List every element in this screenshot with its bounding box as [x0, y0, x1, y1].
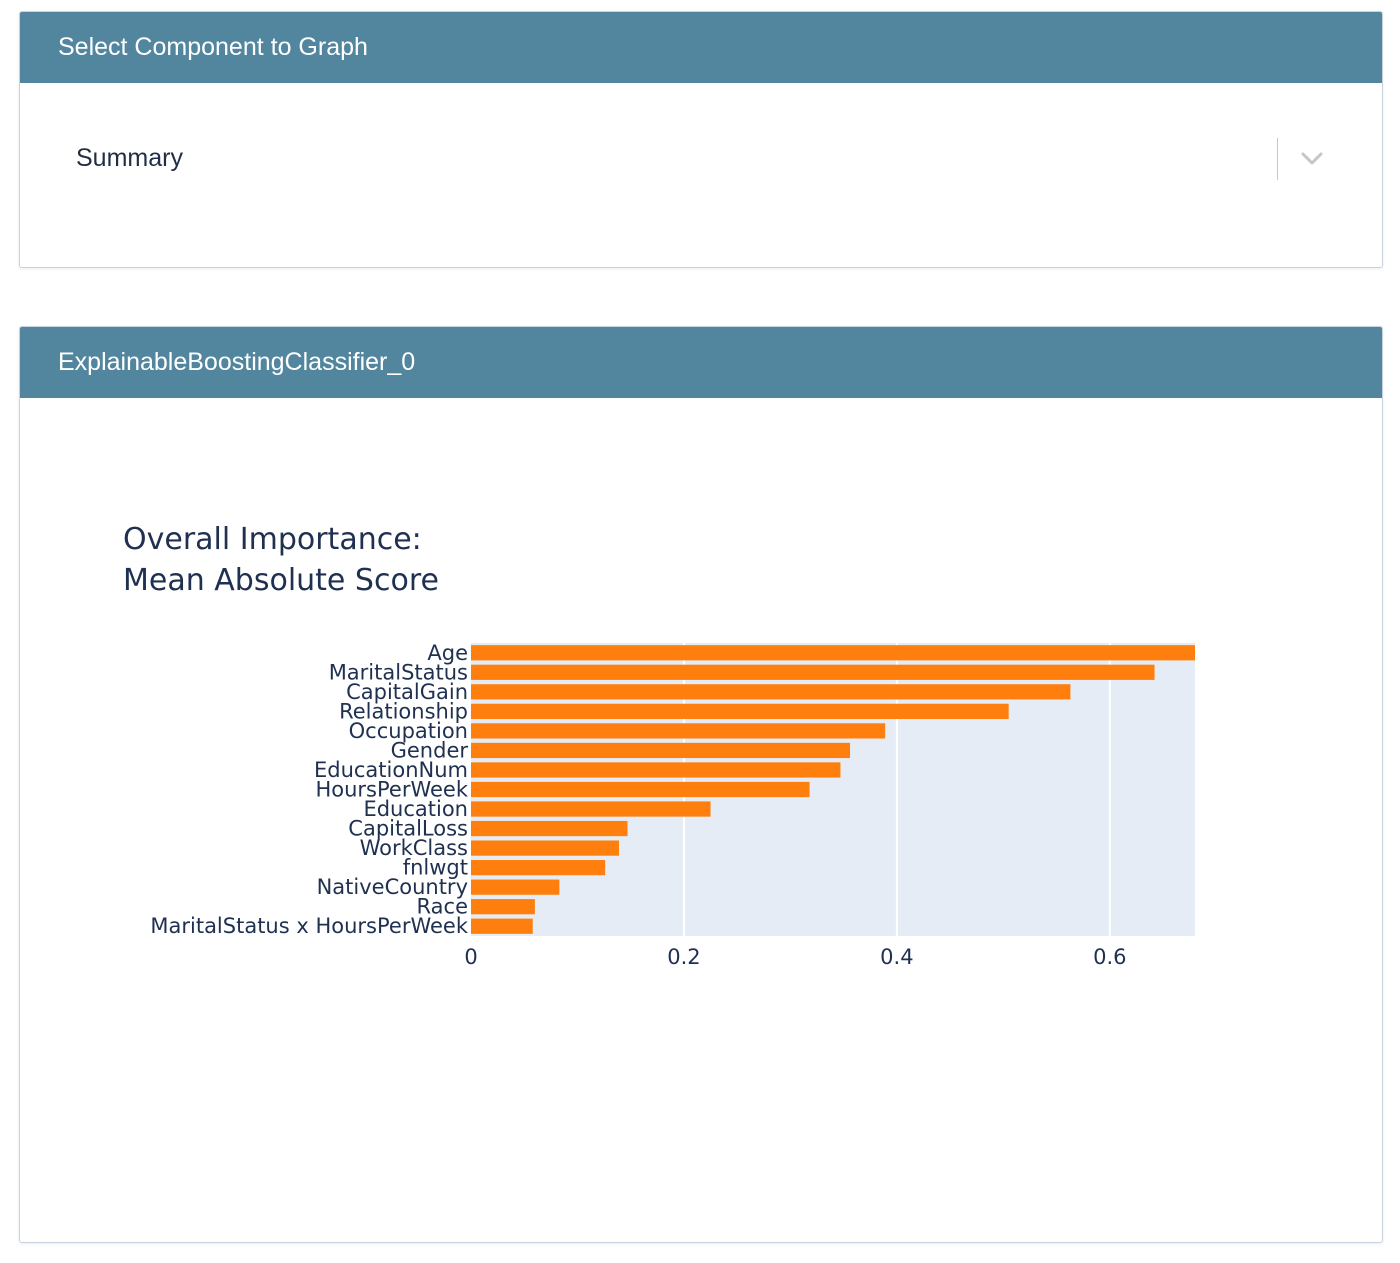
bar[interactable]	[471, 703, 1009, 719]
graph-card: ExplainableBoostingClassifier_0 Overall …	[19, 326, 1383, 1243]
bar[interactable]	[471, 840, 619, 856]
graph-header: ExplainableBoostingClassifier_0	[20, 327, 1382, 398]
dropdown-selected-value: Summary	[76, 144, 183, 172]
bar[interactable]	[471, 820, 628, 837]
chevron-down-icon[interactable]	[1298, 144, 1326, 172]
bar[interactable]	[471, 918, 533, 934]
bar[interactable]	[471, 742, 851, 759]
x-tick-label: 0.4	[880, 945, 913, 969]
chart-title-line-2: Mean Absolute Score	[123, 563, 439, 598]
bar[interactable]	[471, 899, 535, 915]
x-tick-labels: 0 0.2 0.4 0.6	[464, 945, 1126, 969]
bar[interactable]	[471, 781, 810, 798]
bar[interactable]	[471, 879, 560, 895]
bar[interactable]	[471, 684, 1071, 700]
component-selector-card: Select Component to Graph Summary	[19, 11, 1383, 268]
bar[interactable]	[471, 645, 1195, 661]
x-tick-label: 0	[464, 945, 477, 969]
bar[interactable]	[471, 762, 841, 778]
bar[interactable]	[471, 723, 886, 739]
selector-header: Select Component to Graph	[20, 12, 1382, 83]
x-tick-label: 0.6	[1093, 945, 1126, 969]
bar[interactable]	[471, 801, 711, 817]
x-tick-label: 0.2	[667, 945, 700, 969]
y-tick-label: MaritalStatus x HoursPerWeek	[150, 914, 468, 938]
bar[interactable]	[471, 664, 1155, 680]
importance-chart: Overall Importance: Mean Absolute Score …	[123, 522, 1195, 969]
bar[interactable]	[471, 860, 606, 876]
chart-title-line-1: Overall Importance:	[123, 522, 422, 557]
dropdown-separator	[1277, 138, 1278, 180]
y-tick-labels: AgeMaritalStatusCapitalGainRelationshipO…	[150, 641, 468, 938]
component-dropdown[interactable]: Summary	[58, 128, 1344, 188]
